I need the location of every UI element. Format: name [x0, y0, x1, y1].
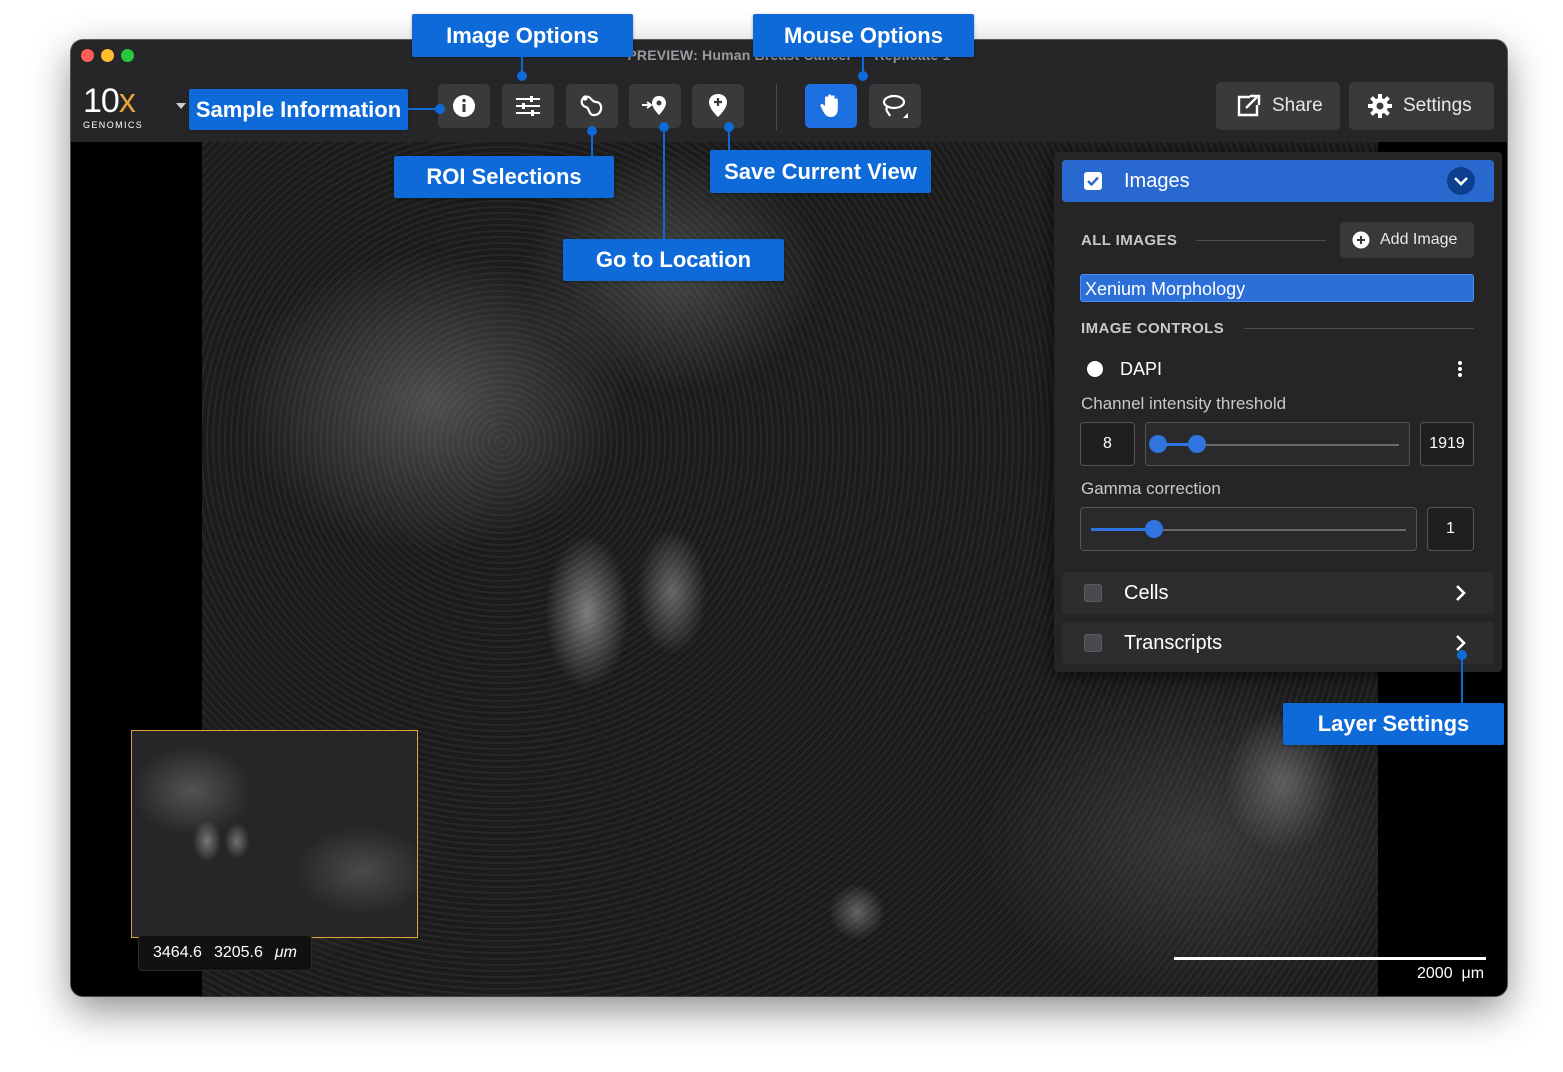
callout-connector — [591, 134, 593, 156]
go-to-location-button[interactable] — [629, 84, 681, 128]
transcripts-layer-header[interactable]: Transcripts — [1062, 622, 1494, 664]
lasso-tool-button[interactable] — [869, 84, 921, 128]
more-vertical-icon[interactable] — [1457, 360, 1463, 378]
settings-button[interactable]: Settings — [1349, 82, 1494, 130]
threshold-min-input[interactable]: 8 — [1080, 422, 1135, 466]
channel-color-swatch[interactable] — [1087, 361, 1103, 377]
transcripts-layer-checkbox[interactable] — [1084, 634, 1102, 652]
lasso-icon — [882, 94, 908, 118]
images-layer-label: Images — [1124, 170, 1190, 192]
share-button[interactable]: Share — [1216, 82, 1340, 130]
images-layer-header[interactable]: Images — [1062, 160, 1494, 202]
callout-go-to-location: Go to Location — [563, 239, 784, 281]
scale-bar-label: 2000 μm — [1417, 965, 1485, 982]
add-image-button[interactable]: Add Image — [1340, 222, 1474, 258]
callout-dot — [587, 126, 597, 136]
cells-layer-checkbox[interactable] — [1084, 584, 1102, 602]
callout-connector — [1461, 658, 1463, 703]
threshold-label: Channel intensity threshold — [1081, 394, 1287, 413]
divider — [1196, 240, 1326, 241]
minimap[interactable] — [131, 730, 418, 938]
roi-selections-button[interactable] — [566, 84, 618, 128]
roi-shape-icon — [580, 95, 603, 117]
add-image-label: Add Image — [1380, 231, 1458, 248]
layer-settings-panel: Images ALL IMAGES Add Image Xenium Morph… — [1054, 152, 1502, 672]
sliders-icon — [516, 96, 540, 116]
gamma-slider[interactable] — [1080, 507, 1417, 551]
gamma-handle[interactable] — [1145, 520, 1163, 538]
save-current-view-button[interactable] — [692, 84, 744, 128]
image-options-button[interactable] — [502, 84, 554, 128]
cells-layer-header[interactable]: Cells — [1062, 572, 1494, 614]
callout-layer-settings: Layer Settings — [1283, 703, 1504, 745]
sample-information-button[interactable] — [438, 84, 490, 128]
all-images-heading: ALL IMAGES — [1081, 232, 1178, 249]
gamma-input[interactable]: 1 — [1427, 507, 1474, 551]
transcripts-layer-label: Transcripts — [1124, 632, 1223, 654]
hand-icon — [820, 94, 838, 117]
pan-tool-button[interactable] — [805, 84, 857, 128]
chevron-down-icon[interactable] — [176, 103, 186, 109]
callout-save-current-view: Save Current View — [710, 150, 931, 193]
callout-mouse-options: Mouse Options — [753, 14, 974, 57]
callout-connector — [728, 130, 730, 150]
callout-dot — [659, 122, 669, 132]
threshold-range-slider[interactable] — [1145, 422, 1410, 466]
channel-name: DAPI — [1120, 359, 1163, 379]
share-label: Share — [1272, 95, 1323, 116]
info-icon — [453, 95, 475, 117]
settings-label: Settings — [1403, 95, 1472, 116]
cells-layer-label: Cells — [1124, 582, 1169, 604]
callout-dot — [724, 122, 734, 132]
toolbar-separator — [776, 84, 777, 130]
chevron-down-icon[interactable] — [1446, 166, 1476, 196]
threshold-low-handle[interactable] — [1149, 435, 1167, 453]
chevron-right-icon[interactable] — [1455, 584, 1467, 602]
coord-x: 3464.6 — [153, 944, 202, 961]
callout-connector — [663, 130, 665, 239]
checkmark-icon — [1087, 176, 1099, 187]
callout-dot — [858, 71, 868, 81]
threshold-high-handle[interactable] — [1187, 435, 1206, 453]
callout-roi-selections: ROI Selections — [394, 156, 614, 198]
callout-dot — [435, 104, 445, 114]
plus-circle-icon — [1352, 231, 1370, 249]
go-to-location-icon — [642, 96, 666, 115]
logo: 10x GENOMICS — [83, 84, 153, 134]
callout-image-options: Image Options — [412, 14, 633, 57]
gear-icon — [1368, 94, 1392, 118]
share-icon — [1237, 94, 1261, 117]
image-item-xenium-morphology[interactable]: Xenium Morphology — [1080, 274, 1474, 302]
gamma-label: Gamma correction — [1081, 479, 1221, 498]
logo-main: 10 — [83, 82, 120, 120]
callout-dot — [517, 71, 527, 81]
callout-dot — [1457, 650, 1467, 660]
logo-sub: GENOMICS — [83, 120, 144, 130]
coord-y: 3205.6 — [213, 944, 263, 961]
divider — [1244, 328, 1474, 329]
callout-sample-information: Sample Information — [189, 89, 408, 130]
image-controls-heading: IMAGE CONTROLS — [1081, 320, 1225, 337]
scale-bar — [1174, 957, 1486, 960]
coord-unit: μm — [274, 944, 297, 961]
images-layer-checkbox[interactable] — [1084, 172, 1102, 190]
add-location-pin-icon — [709, 94, 727, 117]
cursor-coordinates: 3464.6 3205.6 μm — [138, 935, 312, 971]
threshold-max-input[interactable]: 1919 — [1420, 422, 1474, 466]
logo-x: x — [118, 82, 136, 120]
image-viewer[interactable]: 3464.6 3205.6 μm 2000 μm Images ALL IMAG… — [71, 142, 1507, 996]
